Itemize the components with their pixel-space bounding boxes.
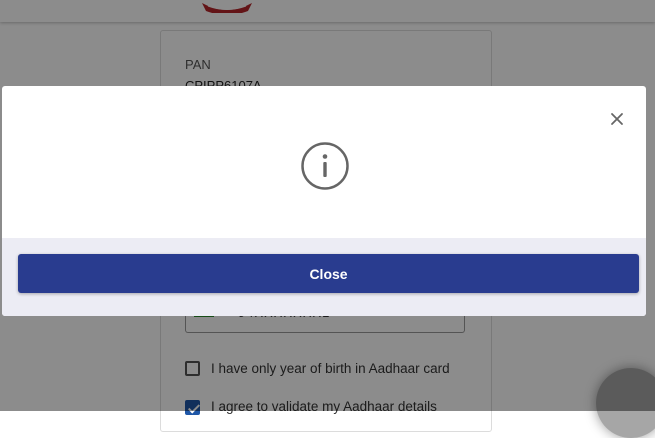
close-icon[interactable] (610, 112, 624, 126)
info-icon (300, 141, 350, 191)
close-button[interactable]: Close (18, 254, 639, 293)
dialog-footer: Close (2, 238, 646, 316)
info-dialog: Close (2, 86, 646, 316)
